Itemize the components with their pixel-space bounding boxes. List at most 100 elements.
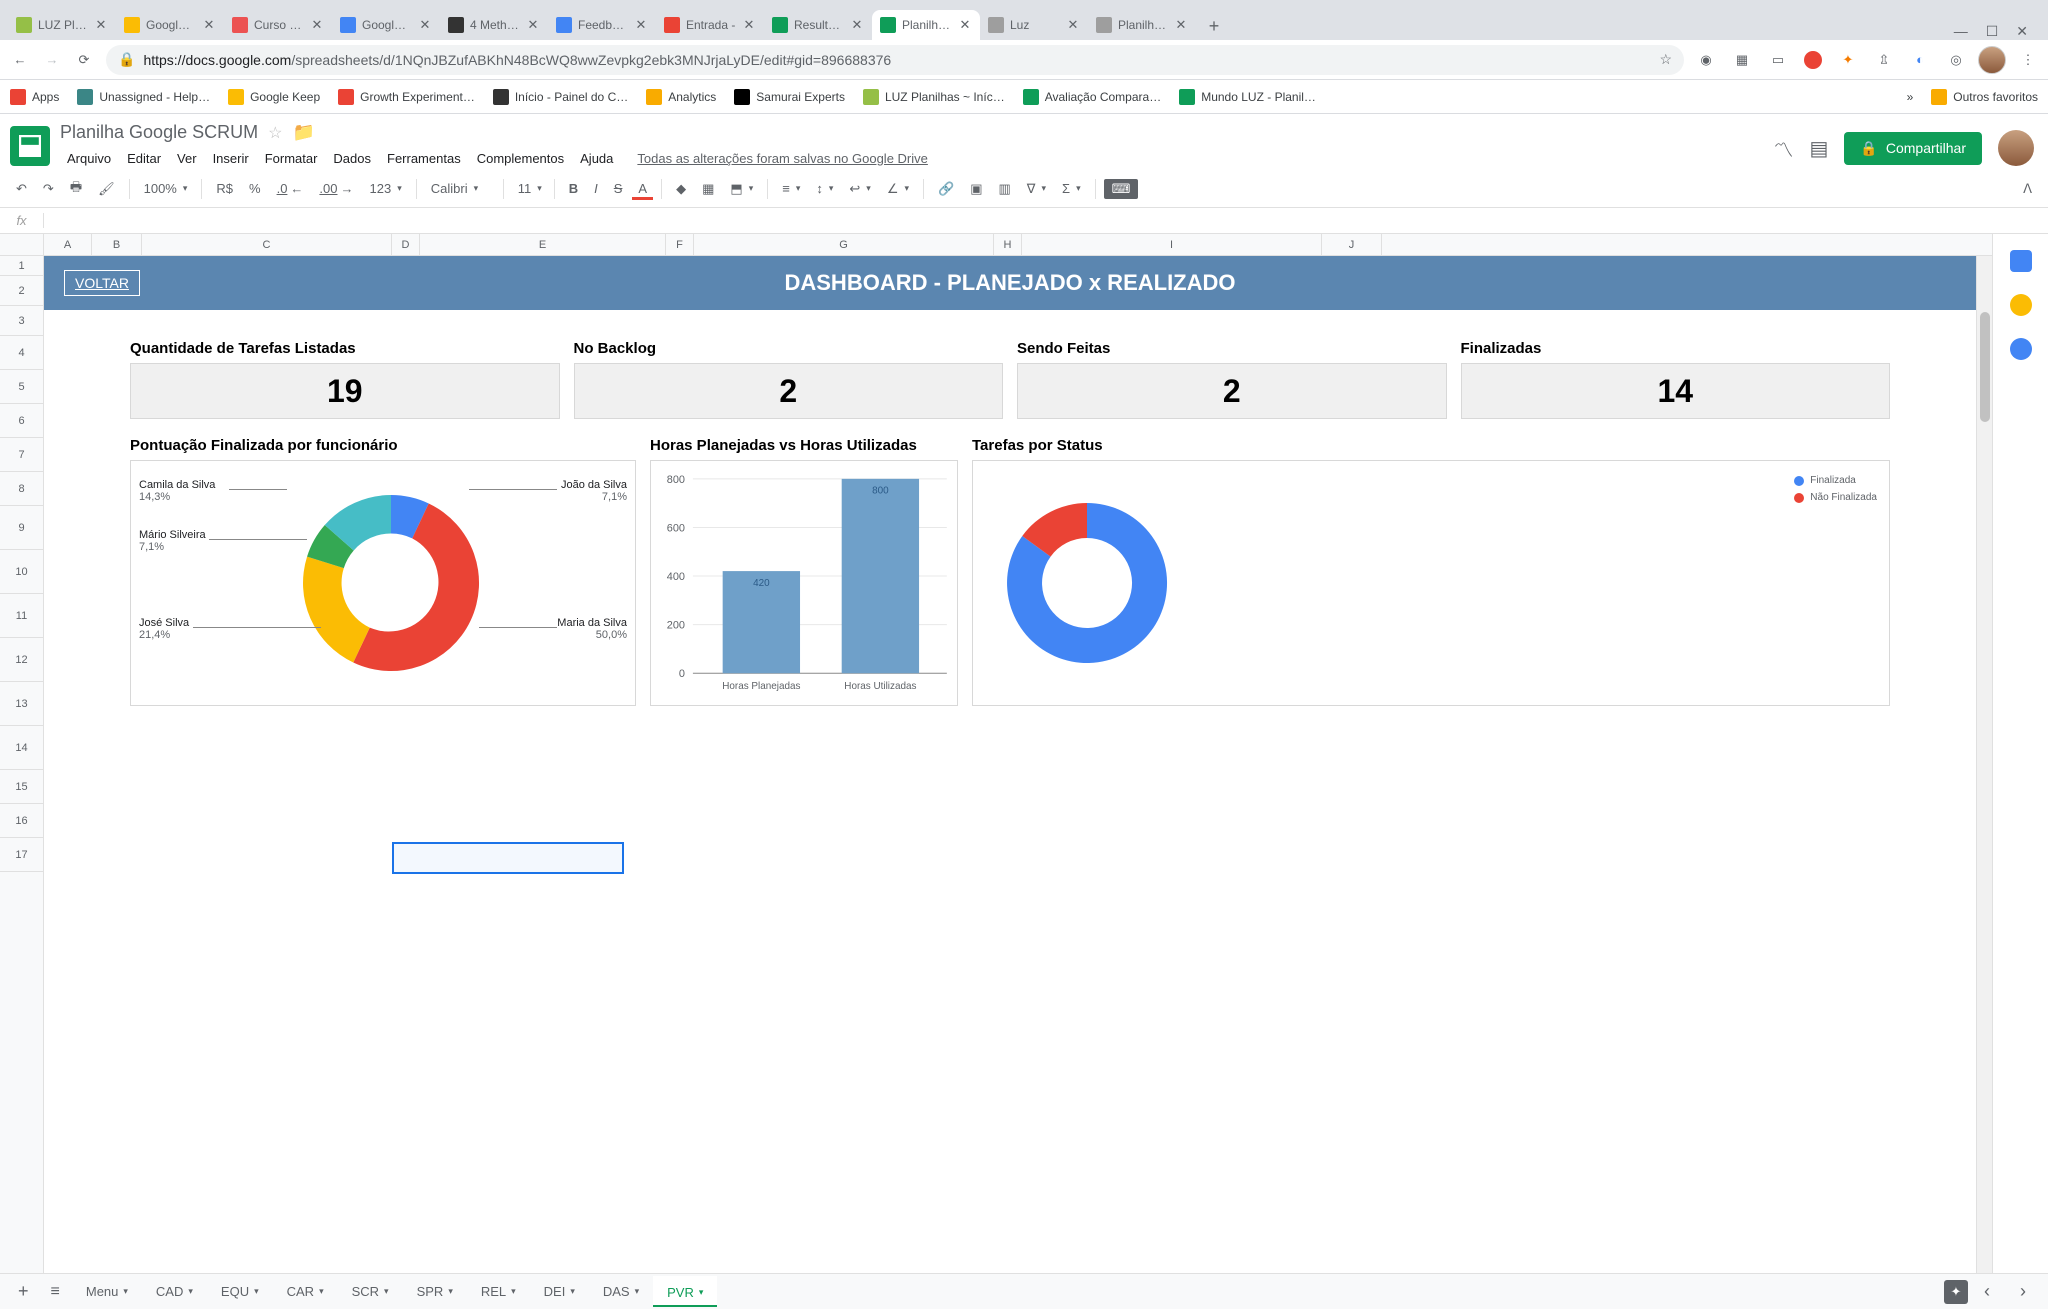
currency-button[interactable]: R$ [210, 177, 239, 200]
sheet-tab[interactable]: Menu▾ [72, 1276, 142, 1307]
sheet-tab[interactable]: CAD▾ [142, 1276, 207, 1307]
menu-item[interactable]: Editar [120, 147, 168, 170]
explore-button[interactable]: ✦ [1944, 1280, 1968, 1304]
tab-close-icon[interactable]: ✕ [526, 18, 540, 32]
menu-item[interactable]: Dados [326, 147, 378, 170]
tasks-icon[interactable] [2010, 338, 2032, 360]
browser-tab[interactable]: Luz✕ [980, 10, 1088, 40]
activity-icon[interactable]: 〽 [1774, 134, 1794, 163]
comments-icon[interactable]: ▤ [1810, 136, 1829, 161]
ext-icon-5[interactable]: ✦ [1838, 50, 1858, 70]
sheet-tab[interactable]: PVR▾ [653, 1276, 717, 1307]
keep-icon[interactable] [2010, 294, 2032, 316]
row-header[interactable]: 1 [0, 256, 43, 276]
column-header[interactable]: H [994, 234, 1022, 255]
column-header[interactable]: B [92, 234, 142, 255]
chart-employees[interactable]: Camila da Silva14,3% Mário Silveira7,1% … [130, 460, 636, 706]
other-bookmarks[interactable]: Outros favoritos [1931, 89, 2038, 105]
forward-button[interactable]: → [42, 50, 62, 70]
row-header[interactable]: 15 [0, 770, 43, 804]
bookmark-item[interactable]: Samurai Experts [734, 89, 845, 105]
comment-button[interactable]: ▣ [964, 177, 988, 201]
back-link[interactable]: VOLTAR [64, 270, 140, 296]
move-folder-icon[interactable]: 📁 [292, 122, 314, 143]
link-button[interactable]: 🔗 [932, 177, 960, 201]
chart-status[interactable]: Finalizada Não Finalizada [972, 460, 1890, 706]
bookmark-item[interactable]: LUZ Planilhas ~ Iníc… [863, 89, 1005, 105]
browser-tab[interactable]: LUZ Plani✕ [8, 10, 116, 40]
menu-item[interactable]: Ver [170, 147, 204, 170]
number-format-button[interactable]: 123 [364, 177, 408, 200]
tab-close-icon[interactable]: ✕ [1174, 18, 1188, 32]
bookmark-item[interactable]: Mundo LUZ - Planil… [1179, 89, 1316, 105]
rotate-button[interactable]: ∠ [881, 177, 915, 201]
select-all-corner[interactable] [0, 234, 44, 255]
spreadsheet-grid[interactable]: ABCDEFGHIJ 1234567891011121314151617 VOL… [0, 234, 1992, 1273]
ext-icon-3[interactable]: ▭ [1768, 50, 1788, 70]
borders-button[interactable]: ▦ [696, 177, 720, 201]
chrome-menu-button[interactable]: ⋮ [2018, 50, 2038, 70]
star-icon[interactable]: ☆ [268, 123, 282, 143]
ext-icon-4[interactable] [1804, 51, 1822, 69]
chart-hours[interactable]: 0 200 400 600 800 420 800 Horas Plan [650, 460, 958, 706]
share-button[interactable]: 🔒 Compartilhar [1844, 132, 1982, 165]
ext-icon-6[interactable]: ⇫ [1874, 50, 1894, 70]
wrap-button[interactable]: ↩ [843, 177, 876, 201]
sheet-tab[interactable]: EQU▾ [207, 1276, 273, 1307]
valign-button[interactable]: ↕ [810, 177, 839, 200]
close-window-button[interactable]: ✕ [2016, 23, 2028, 40]
menu-item[interactable]: Arquivo [60, 147, 118, 170]
omnibox[interactable]: 🔒 https://docs.google.com/spreadsheets/d… [106, 45, 1684, 75]
menu-item[interactable]: Ajuda [573, 147, 620, 170]
sheet-tab[interactable]: SCR▾ [338, 1276, 403, 1307]
browser-tab[interactable]: Planilha G✕ [872, 10, 980, 40]
row-header[interactable]: 14 [0, 726, 43, 770]
menu-item[interactable]: Ferramentas [380, 147, 468, 170]
column-header[interactable]: C [142, 234, 392, 255]
text-color-button[interactable]: A [632, 177, 653, 200]
row-header[interactable]: 16 [0, 804, 43, 838]
undo-button[interactable]: ↶ [10, 177, 33, 201]
decrease-decimals-button[interactable]: .0← [271, 177, 310, 200]
save-status[interactable]: Todas as alterações foram salvas no Goog… [630, 147, 934, 170]
row-header[interactable]: 13 [0, 682, 43, 726]
browser-tab[interactable]: Google K✕ [116, 10, 224, 40]
tab-close-icon[interactable]: ✕ [1066, 18, 1080, 32]
row-header[interactable]: 6 [0, 404, 43, 438]
sheet-tab[interactable]: DAS▾ [589, 1276, 653, 1307]
font-select[interactable]: Calibri [425, 177, 495, 200]
bookmarks-overflow[interactable]: » [1907, 90, 1914, 104]
row-header[interactable]: 17 [0, 838, 43, 872]
chart-button[interactable]: ▥ [992, 177, 1016, 201]
tab-close-icon[interactable]: ✕ [94, 18, 108, 32]
sheet-nav-right[interactable]: › [2006, 1281, 2040, 1302]
row-header[interactable]: 4 [0, 336, 43, 370]
sheet-tab[interactable]: REL▾ [467, 1276, 530, 1307]
ext-icon-2[interactable]: ▦ [1732, 50, 1752, 70]
tab-close-icon[interactable]: ✕ [202, 18, 216, 32]
row-header[interactable]: 8 [0, 472, 43, 506]
sheet-tab[interactable]: CAR▾ [273, 1276, 338, 1307]
strikethrough-button[interactable]: S [608, 177, 629, 200]
fill-color-button[interactable]: ◆ [670, 177, 692, 201]
minimize-button[interactable]: — [1954, 23, 1968, 40]
column-header[interactable]: G [694, 234, 994, 255]
row-header[interactable]: 5 [0, 370, 43, 404]
sheet-nav-left[interactable]: ‹ [1970, 1281, 2004, 1302]
bookmark-item[interactable]: Apps [10, 89, 59, 105]
bold-button[interactable]: B [563, 177, 584, 200]
sheet-tab[interactable]: SPR▾ [403, 1276, 467, 1307]
bookmark-item[interactable]: Avaliação Compara… [1023, 89, 1162, 105]
tab-close-icon[interactable]: ✕ [634, 18, 648, 32]
halign-button[interactable]: ≡ [776, 177, 806, 200]
percent-button[interactable]: % [243, 177, 267, 200]
tab-close-icon[interactable]: ✕ [958, 18, 972, 32]
bookmark-item[interactable]: Analytics [646, 89, 716, 105]
functions-button[interactable]: Σ [1056, 177, 1087, 200]
print-button[interactable]: 🖶 [64, 174, 88, 204]
menu-item[interactable]: Inserir [206, 147, 256, 170]
merge-button[interactable]: ⬒ [724, 177, 759, 201]
tab-close-icon[interactable]: ✕ [742, 18, 756, 32]
maximize-button[interactable]: ☐ [1986, 23, 1999, 40]
add-sheet-button[interactable]: + [8, 1275, 39, 1308]
